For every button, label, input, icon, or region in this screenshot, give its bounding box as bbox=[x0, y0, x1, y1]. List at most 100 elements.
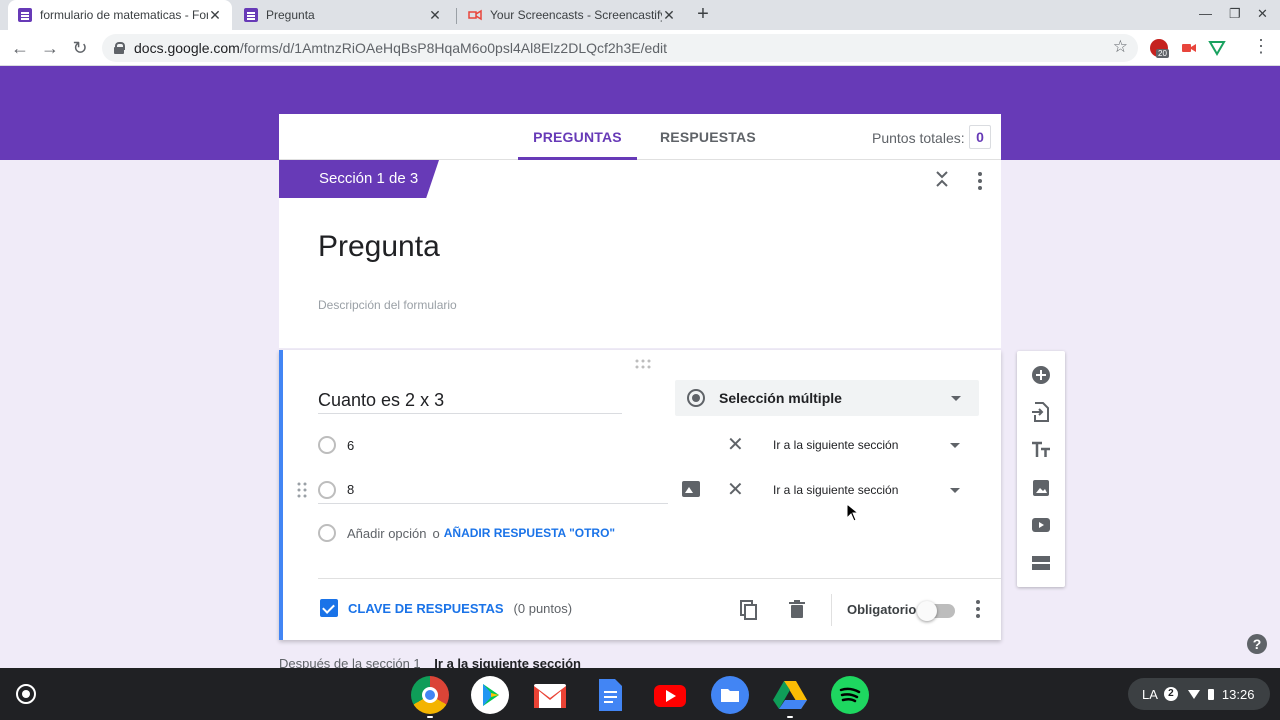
minimize-icon[interactable]: — bbox=[1199, 6, 1212, 21]
chrome-app-icon[interactable] bbox=[411, 676, 449, 714]
or-text: o bbox=[432, 525, 440, 541]
dropdown-caret-icon[interactable] bbox=[950, 443, 960, 448]
clock: 13:26 bbox=[1221, 686, 1255, 702]
google-docs-icon[interactable] bbox=[591, 676, 629, 714]
add-image-icon[interactable] bbox=[682, 481, 700, 497]
add-video-icon[interactable] bbox=[1031, 515, 1051, 535]
spotify-icon[interactable] bbox=[831, 676, 869, 714]
remove-option-icon[interactable]: ✕ bbox=[727, 480, 744, 500]
question-more-icon[interactable] bbox=[975, 600, 981, 618]
add-option-button[interactable]: Añadir opción bbox=[347, 526, 427, 541]
add-section-icon[interactable] bbox=[1031, 553, 1051, 573]
youtube-icon[interactable] bbox=[651, 676, 689, 714]
browser-tab-forms[interactable]: formulario de matematicas - Formularios … bbox=[8, 0, 232, 30]
battery-icon bbox=[1207, 688, 1214, 700]
browser-tab-strip: formulario de matematicas - Formularios … bbox=[0, 0, 1280, 30]
play-store-icon[interactable] bbox=[471, 676, 509, 714]
option-drag-handle-icon[interactable] bbox=[297, 482, 307, 498]
os-shelf: LA 2 13:26 bbox=[0, 668, 1280, 720]
radio-empty-icon bbox=[318, 436, 336, 454]
answer-key-button[interactable]: CLAVE DE RESPUESTAS (0 puntos) bbox=[320, 599, 572, 617]
add-option-row: Añadir opción o AÑADIR RESPUESTA "OTRO" bbox=[318, 524, 615, 542]
form-tab-bar: PREGUNTAS RESPUESTAS Puntos totales: 0 bbox=[279, 114, 1001, 160]
tab-separator bbox=[456, 8, 457, 24]
option-row: 6 bbox=[318, 433, 354, 457]
url-host: docs.google.com bbox=[134, 40, 240, 56]
close-tab-icon[interactable]: ✕ bbox=[662, 7, 676, 24]
add-image-icon[interactable] bbox=[1031, 478, 1051, 498]
back-arrow-icon[interactable]: ← bbox=[8, 36, 32, 60]
section-label: Sección 1 de 3 bbox=[279, 160, 439, 198]
tab-title: Your Screencasts - Screencastify bbox=[490, 8, 662, 22]
question-type-dropdown[interactable]: Selección múltiple bbox=[675, 380, 979, 416]
screencastify-icon bbox=[468, 8, 482, 22]
help-icon[interactable]: ? bbox=[1247, 634, 1267, 654]
app-running-indicator bbox=[427, 716, 433, 718]
browser-toolbar: ← → ↻ docs.google.com /forms/d/1AmtnzRiO… bbox=[0, 30, 1280, 66]
option-label[interactable]: 6 bbox=[347, 438, 354, 453]
answer-points: (0 puntos) bbox=[513, 600, 573, 616]
radio-empty-icon bbox=[318, 524, 336, 542]
bookmark-star-icon[interactable]: ☆ bbox=[1113, 37, 1128, 57]
dropdown-caret-icon bbox=[951, 396, 961, 401]
close-window-icon[interactable]: ✕ bbox=[1257, 6, 1268, 22]
question-footer-divider bbox=[318, 578, 1001, 579]
side-toolbar bbox=[1017, 351, 1065, 587]
tab-title: Pregunta bbox=[266, 8, 315, 22]
close-tab-icon[interactable]: ✕ bbox=[428, 7, 442, 24]
question-card[interactable]: Cuanto es 2 x 3 Selección múltiple 6 ✕ I… bbox=[279, 350, 1001, 640]
google-drive-icon[interactable] bbox=[771, 676, 809, 714]
duplicate-icon[interactable] bbox=[740, 600, 758, 620]
browser-tab-screencastify[interactable]: Your Screencasts - Screencastify ✕ bbox=[458, 0, 686, 30]
collapse-section-icon[interactable] bbox=[933, 168, 951, 190]
radio-button-icon bbox=[687, 389, 705, 407]
input-language: LA bbox=[1142, 686, 1158, 702]
section-header-card: Sección 1 de 3 Pregunta Descripción del … bbox=[279, 160, 1001, 348]
form-description-field[interactable]: Descripción del formulario bbox=[318, 298, 457, 312]
option-goto-select[interactable]: Ir a la siguiente sección bbox=[773, 438, 898, 452]
url-path: /forms/d/1AmtnzRiOAeHqBsP8HqaM6o0psl4Al8… bbox=[239, 40, 668, 56]
new-tab-button[interactable]: + bbox=[692, 4, 714, 26]
footer-divider bbox=[831, 594, 832, 626]
required-toggle[interactable] bbox=[917, 601, 955, 621]
reload-icon[interactable]: ↻ bbox=[68, 36, 92, 60]
screencastify-extension-icon[interactable] bbox=[1180, 39, 1198, 57]
tab-responses[interactable]: RESPUESTAS bbox=[660, 114, 756, 160]
tab-questions[interactable]: PREGUNTAS bbox=[518, 114, 637, 160]
form-title[interactable]: Pregunta bbox=[318, 230, 440, 264]
close-tab-icon[interactable]: ✕ bbox=[208, 7, 222, 24]
option-label[interactable]: 8 bbox=[347, 482, 354, 497]
dropdown-caret-icon[interactable] bbox=[950, 488, 960, 493]
required-label: Obligatorio bbox=[847, 602, 917, 617]
mouse-cursor-icon bbox=[846, 503, 860, 522]
address-bar[interactable]: docs.google.com /forms/d/1AmtnzRiOAeHqBs… bbox=[102, 34, 1138, 62]
delete-icon[interactable] bbox=[789, 600, 805, 618]
question-title-input[interactable]: Cuanto es 2 x 3 bbox=[318, 390, 622, 414]
section-more-icon[interactable] bbox=[977, 172, 983, 190]
vpn-extension-icon[interactable] bbox=[1208, 39, 1226, 57]
browser-menu-icon[interactable]: ⋮ bbox=[1252, 36, 1270, 57]
add-question-icon[interactable] bbox=[1031, 365, 1051, 385]
add-other-button[interactable]: AÑADIR RESPUESTA "OTRO" bbox=[444, 526, 615, 540]
option-row: 8 bbox=[318, 478, 668, 504]
total-points-label: Puntos totales: bbox=[872, 130, 965, 146]
total-points-value[interactable]: 0 bbox=[969, 125, 991, 149]
add-title-icon[interactable] bbox=[1031, 440, 1051, 460]
restore-icon[interactable]: ❐ bbox=[1229, 6, 1241, 22]
extension-badge: 20 bbox=[1156, 49, 1169, 58]
option-goto-select[interactable]: Ir a la siguiente sección bbox=[773, 483, 898, 497]
app-running-indicator bbox=[787, 716, 793, 718]
drag-handle-icon[interactable] bbox=[635, 356, 651, 369]
forward-arrow-icon[interactable]: → bbox=[38, 36, 62, 60]
system-tray[interactable]: LA 2 13:26 bbox=[1128, 678, 1270, 710]
notification-count-badge: 2 bbox=[1163, 687, 1178, 701]
gmail-icon[interactable] bbox=[531, 676, 569, 714]
launcher-icon[interactable] bbox=[16, 684, 36, 704]
google-forms-icon bbox=[244, 8, 258, 22]
import-questions-icon[interactable] bbox=[1031, 402, 1051, 422]
answer-key-icon bbox=[320, 599, 338, 617]
remove-option-icon[interactable]: ✕ bbox=[727, 435, 744, 455]
wifi-icon bbox=[1187, 689, 1200, 699]
files-icon[interactable] bbox=[711, 676, 749, 714]
browser-tab-pregunta[interactable]: Pregunta ✕ bbox=[234, 0, 452, 30]
